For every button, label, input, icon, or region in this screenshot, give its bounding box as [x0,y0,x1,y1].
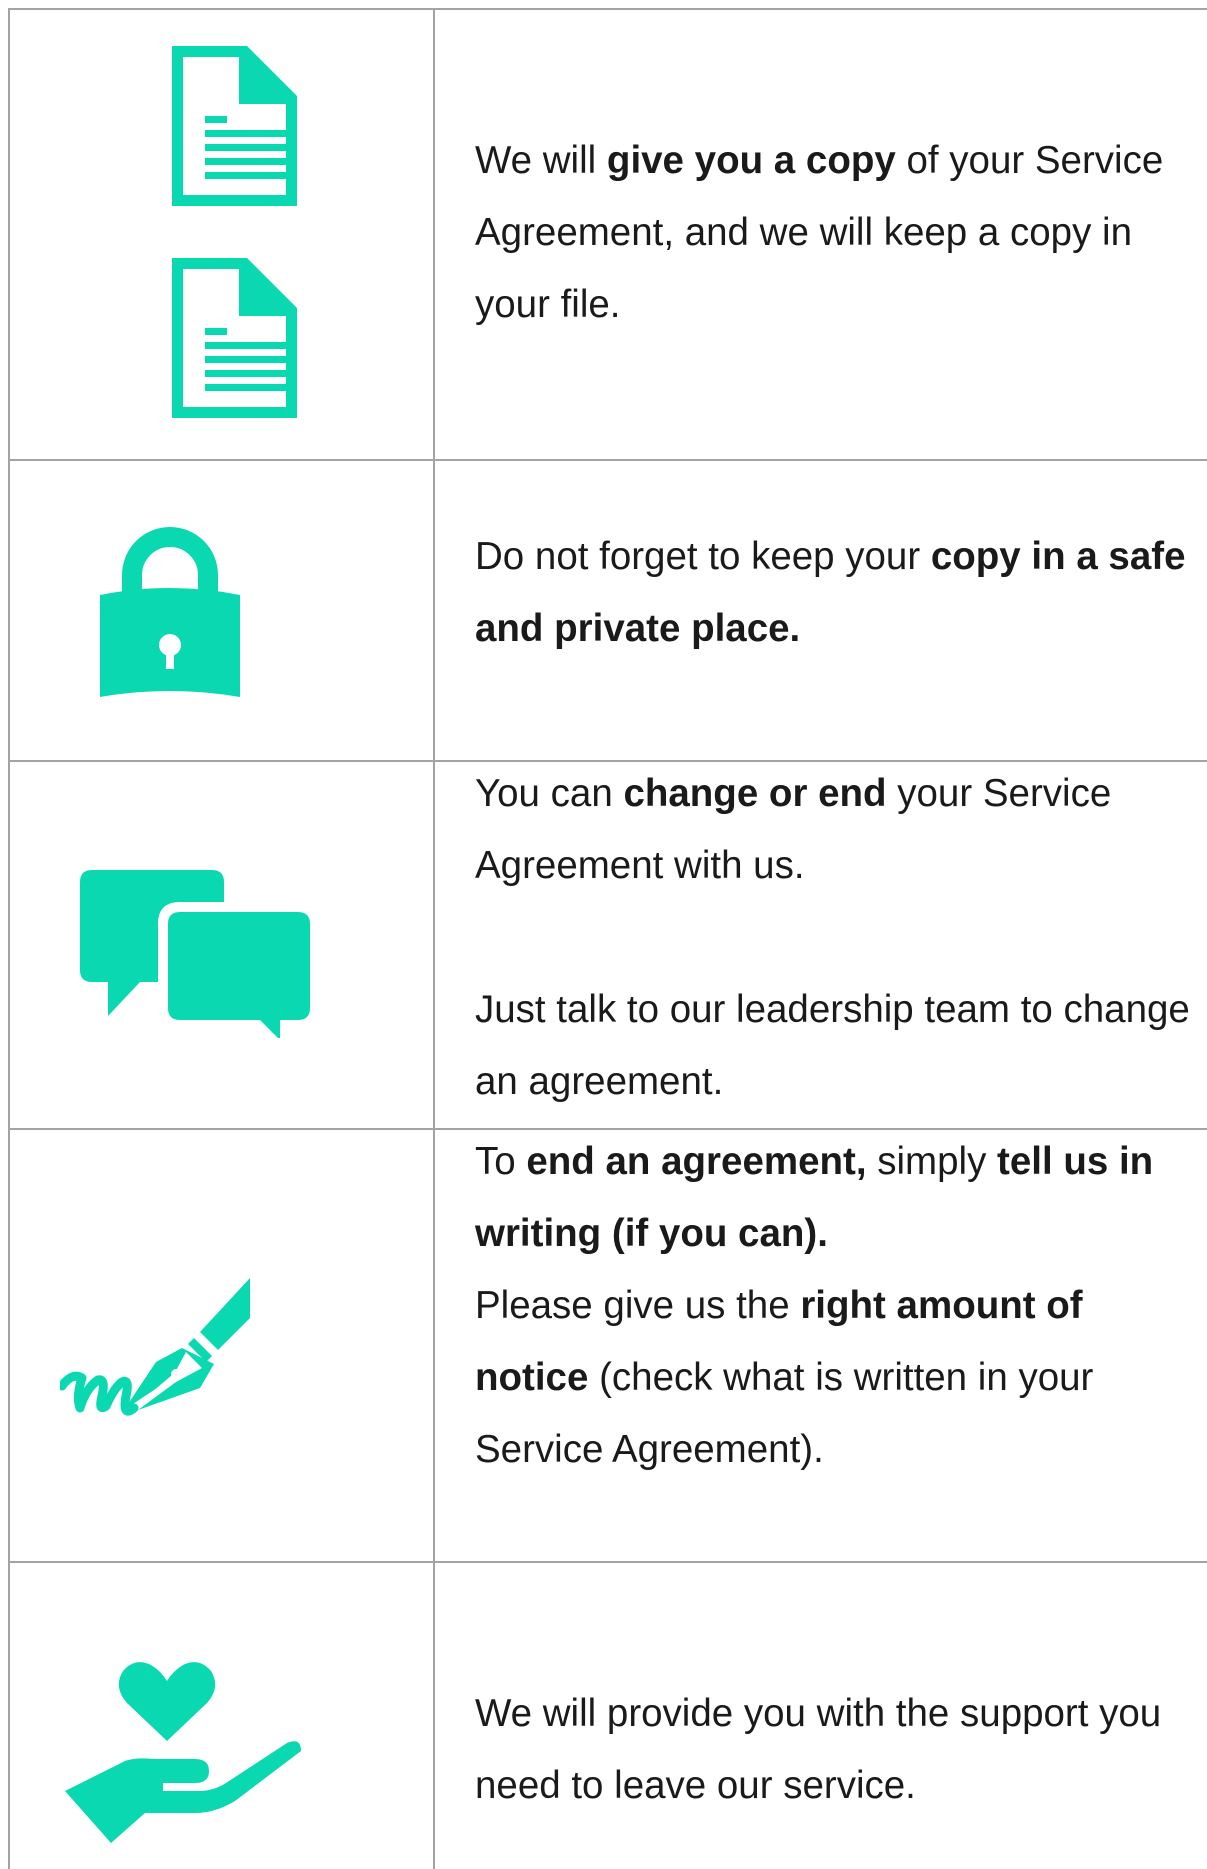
paragraph: We will give you a copy of your Service … [475,125,1195,341]
text: Do not forget to keep your [475,535,931,578]
text: simply [866,1140,998,1183]
paragraph: Do not forget to keep your copy in a saf… [475,521,1195,665]
bold-text: end an agreement, [526,1140,867,1183]
icon-cell [10,1128,435,1561]
table-row: We will provide you with the support you… [8,1561,1207,1869]
bold-text: give you a copy [606,139,896,182]
text: Just talk to our leadership team to chan… [475,988,1190,1103]
row-text: We will provide you with the support you… [475,1678,1195,1822]
icon-cell [10,1561,435,1869]
icon-cell [10,459,435,760]
text: We will [475,139,607,182]
row-text: To end an agreement, simply tell us in w… [475,1126,1195,1486]
information-table: We will give you a copy of your Service … [8,8,1207,1869]
paragraph: We will provide you with the support you… [475,1678,1195,1822]
table-row: To end an agreement, simply tell us in w… [8,1128,1207,1561]
padlock-icon [100,527,240,697]
text: To [475,1140,527,1183]
icon-cell [10,760,435,1128]
bold-text: change or end [623,772,887,815]
paragraph: To end an agreement, simply tell us in w… [475,1126,1195,1270]
text: You can [475,772,624,815]
row-text: You can change or end your Service Agree… [475,758,1195,1118]
documents-icon [172,46,297,418]
pen-signature-icon [60,1278,250,1416]
row-text: We will give you a copy of your Service … [475,125,1195,341]
table-row: We will give you a copy of your Service … [8,8,1207,459]
table-row: Do not forget to keep your copy in a saf… [8,459,1207,760]
paragraph: Please give us the right amount of notic… [475,1270,1195,1486]
paragraph: You can change or end your Service Agree… [475,758,1195,902]
heart-in-hand-icon [65,1662,301,1843]
table-row: You can change or end your Service Agree… [8,760,1207,1128]
row-text: Do not forget to keep your copy in a saf… [475,521,1195,665]
paragraph: Just talk to our leadership team to chan… [475,974,1195,1118]
text: We will provide you with the support you… [475,1692,1162,1807]
text: Please give us the [475,1284,801,1327]
icon-cell [10,8,435,459]
speech-bubbles-icon [80,870,310,1038]
